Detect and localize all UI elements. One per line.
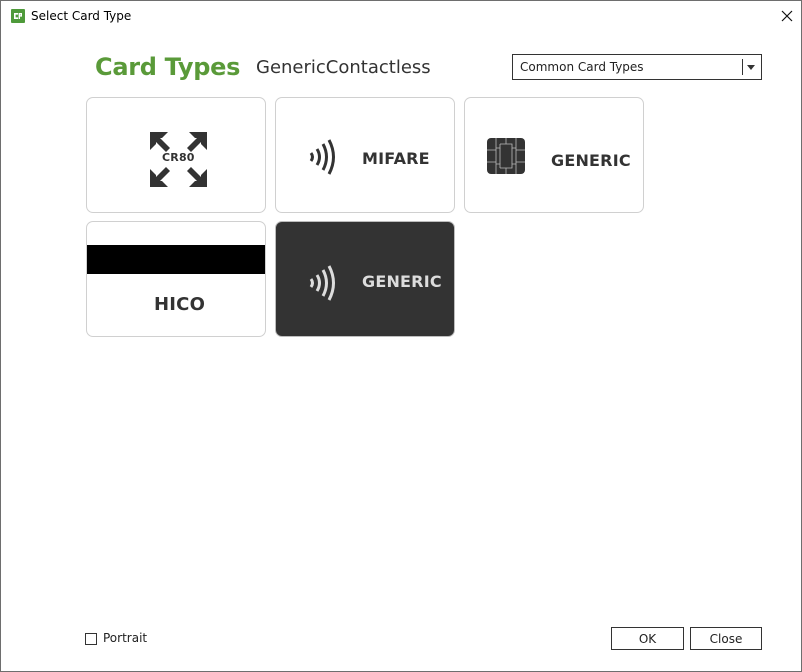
card-cr80[interactable]: CR80 <box>86 97 266 213</box>
card-category-select[interactable]: Common Card Types <box>512 54 762 80</box>
chevron-down-icon[interactable] <box>747 65 755 70</box>
portrait-checkbox[interactable] <box>85 633 97 645</box>
portrait-label[interactable]: Portrait <box>103 631 147 645</box>
window-title: Select Card Type <box>31 9 132 23</box>
select-card-type-dialog: Select Card Type Card Types GenericConta… <box>0 0 802 672</box>
title-bar: Select Card Type <box>1 1 801 32</box>
card-label: HICO <box>154 294 206 315</box>
card-label: MIFARE <box>362 149 430 168</box>
card-label: CR80 <box>162 151 195 164</box>
card-hico[interactable]: HICO <box>86 221 266 337</box>
magnetic-stripe-icon <box>87 245 265 274</box>
card-generic-contactless[interactable]: GENERIC <box>275 221 455 337</box>
cp-logo-icon <box>11 9 25 23</box>
card-category-value: Common Card Types <box>520 60 644 74</box>
selected-card-type-name: GenericContactless <box>256 57 431 78</box>
card-mifare[interactable]: MIFARE <box>275 97 455 213</box>
ok-button[interactable]: OK <box>611 627 684 650</box>
card-generic-chip[interactable]: GENERIC <box>464 97 644 213</box>
close-button[interactable]: Close <box>690 627 762 650</box>
close-icon <box>781 10 793 22</box>
select-divider <box>742 59 743 75</box>
card-types-heading: Card Types <box>95 53 241 81</box>
contactless-icon <box>309 139 335 175</box>
close-window-button[interactable] <box>773 3 801 29</box>
contactless-icon <box>309 265 335 301</box>
card-label: GENERIC <box>551 151 631 170</box>
smart-chip-icon <box>487 138 525 174</box>
card-label: GENERIC <box>362 272 442 291</box>
